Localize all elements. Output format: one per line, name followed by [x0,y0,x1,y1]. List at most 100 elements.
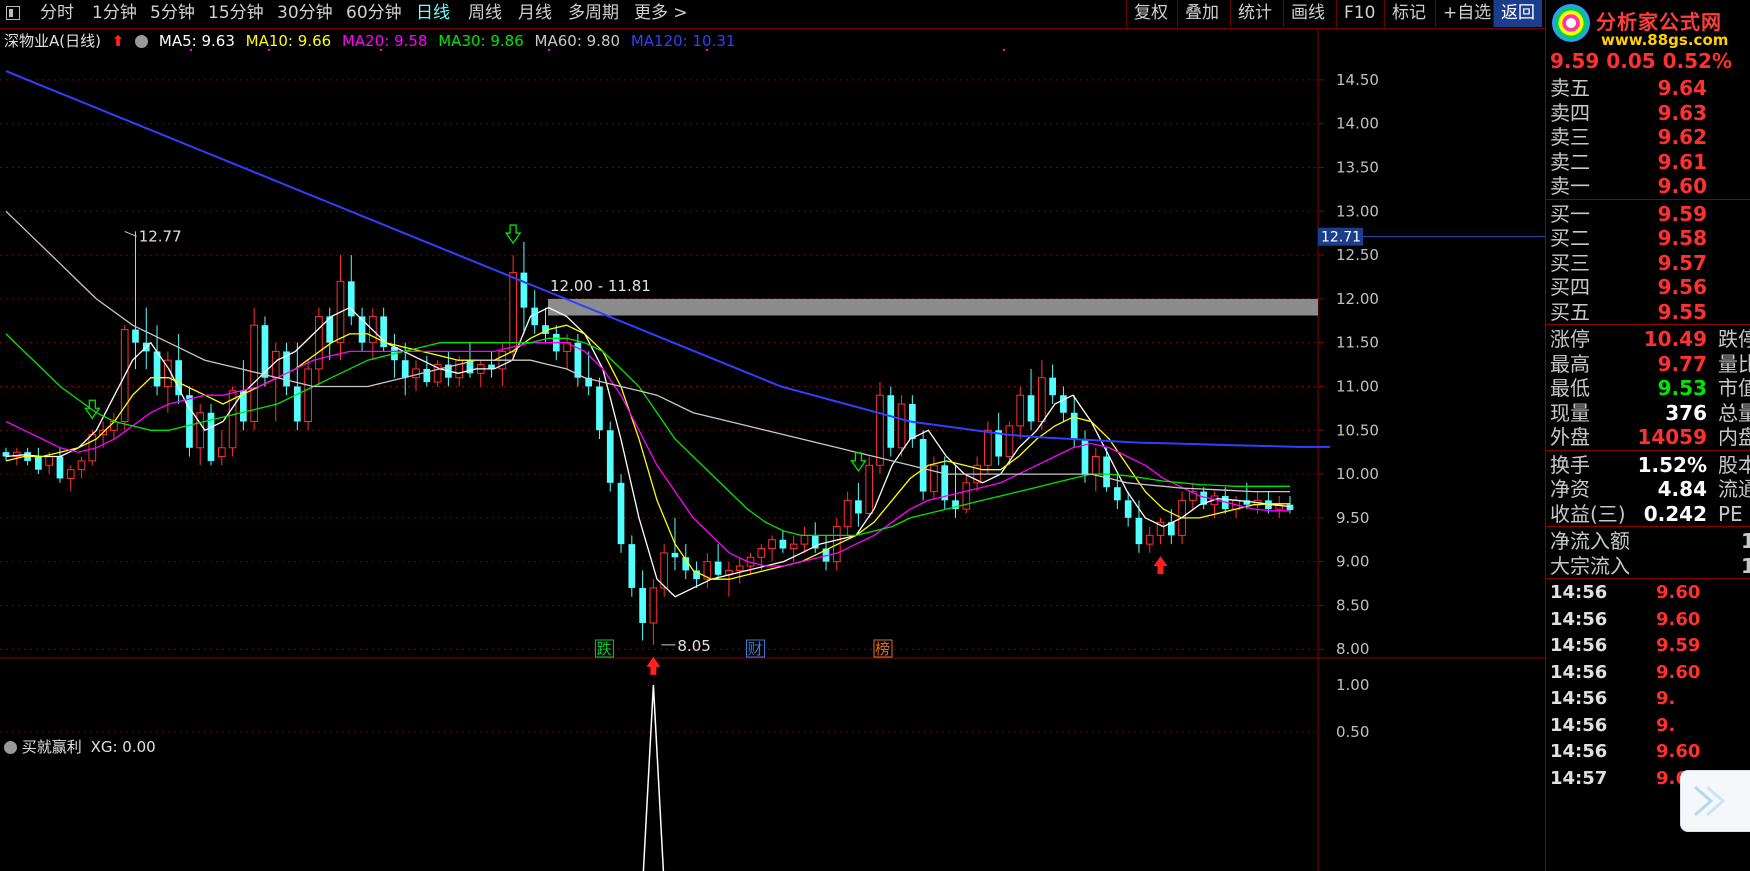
price-tick-label: 10.00 [1336,465,1379,483]
candle-body [649,587,658,624]
tick-price: 9.60 [1656,741,1701,762]
flow-row: 净流入额 1 [1546,528,1750,554]
candle-body [132,329,139,343]
signal-dot [190,49,192,51]
tick-price: 9. [1656,714,1676,736]
tab-monthly[interactable]: 月线 [518,0,552,27]
bid-level: 买一 9.59 [1546,201,1750,227]
row-label: 现量 [1550,400,1590,425]
tick-time: 14:56 [1550,582,1608,603]
logo-url: www.88gs.com [1601,31,1729,49]
candle-body [617,482,625,545]
row-value: 9.57 [1657,250,1707,275]
back-button[interactable]: 返回 [1493,0,1542,27]
row-label: 净资 [1550,477,1590,501]
quote-header: 9.59 0.05 0.52% [1550,50,1733,70]
signal-dot [268,49,270,51]
restore-rights-button[interactable]: 复权 [1126,0,1175,27]
row-value: 1.52% [1637,452,1707,477]
row-label: 卖四 [1550,100,1590,125]
candle-body [1114,487,1121,501]
candle-body [153,351,161,387]
tick-price: 9.60 [1656,608,1701,630]
f10-button[interactable]: F10 [1336,0,1382,27]
quote-panel: 分析家公式网 www.88gs.com 9.59 0.05 0.52% 卖五 9.… [1545,0,1750,871]
candle-body [412,368,420,379]
row-value: 9.58 [1657,226,1707,250]
candle-body [1049,377,1056,396]
row-label: 最高 [1550,351,1590,376]
tab-5min[interactable]: 5分钟 [150,0,195,27]
candle-body [250,324,259,423]
tab-multi-period[interactable]: 多周期 [568,0,619,27]
candle-body [1070,412,1078,440]
row-label: 卖二 [1550,149,1590,174]
sub-menu-icon[interactable] [4,741,17,754]
tab-more[interactable]: 更多 > [634,0,688,27]
row-value: 9.77 [1657,351,1707,376]
row-value: 14059 [1637,425,1707,449]
candle-body [401,360,409,378]
tick-time: 14:56 [1550,635,1608,656]
stat-row: 换手 1.52% 股本 [1546,452,1750,478]
sub-axis-label: 0.50 [1336,723,1369,741]
candle-body [639,587,646,623]
row-value: 9.53 [1657,376,1707,400]
high-label: 12.77 [139,227,182,245]
row-extra-label: 流通 [1718,477,1750,501]
layout-toggle-icon[interactable] [6,6,20,20]
add-watchlist-button[interactable]: +自选 [1435,0,1498,27]
price-tick-label: 13.00 [1336,202,1379,220]
draw-line-button[interactable]: 画线 [1283,0,1332,27]
sub-indicator-name: 买就赢利 [21,738,82,756]
tab-60min[interactable]: 60分钟 [346,0,402,27]
candle-body [930,464,938,493]
row-value: 0.242 [1643,501,1707,526]
row-value: 9.60 [1657,174,1707,198]
candle-body [520,272,528,308]
row-value: 376 [1665,400,1707,425]
tab-daily[interactable]: 日线 [416,0,450,27]
ma-line-ma120 [5,70,1330,448]
tab-30min[interactable]: 30分钟 [277,0,333,27]
price-tick-label: 9.50 [1336,509,1369,527]
tab-1min[interactable]: 1分钟 [92,0,137,27]
flow-value: 1 [1741,528,1750,554]
ma-line-ma5 [5,306,1291,598]
row-label: 收益(三) [1550,501,1626,526]
candle-body [196,412,205,449]
row-label: 卖三 [1550,125,1590,149]
floating-widget[interactable] [1680,770,1750,832]
candle-body [1060,395,1067,413]
signal-dot [548,49,550,51]
candle-body [175,360,182,396]
ask-level: 卖五 9.64 [1546,75,1750,101]
candle-body [606,430,614,483]
bid-level: 买四 9.56 [1546,274,1750,300]
candle-body [1091,456,1100,475]
statistics-button[interactable]: 统计 [1230,0,1279,27]
kline-chart[interactable]: 12.00 - 11.81 12.77 8.05 跌 财 榜 14.50 14.00 13.… [0,28,1545,871]
tab-15min[interactable]: 15分钟 [208,0,264,27]
row-label: 换手 [1550,452,1590,477]
candle-body [984,429,992,466]
row-value: 9.62 [1657,125,1707,149]
tick-time: 14:56 [1550,608,1608,630]
row-value: 9.55 [1657,299,1707,324]
tab-fenshi[interactable]: 分时 [40,0,74,27]
divider [1546,198,1750,200]
price-tick-label: 8.50 [1336,596,1369,614]
row-value: 10.49 [1643,327,1707,351]
row-label: 买四 [1550,275,1590,299]
candle-body [531,307,539,326]
tab-weekly[interactable]: 周线 [468,0,502,27]
price-tick-label: 14.00 [1336,115,1379,133]
row-extra-label: 总量 [1718,400,1750,425]
candle-body [1016,394,1025,427]
mark-button[interactable]: 标记 [1384,0,1433,27]
overlay-button[interactable]: 叠加 [1177,0,1226,27]
resistance-zone-band [548,298,1318,316]
row-label: 卖一 [1550,174,1590,198]
candle-body [779,539,787,549]
candle-body [941,465,949,501]
